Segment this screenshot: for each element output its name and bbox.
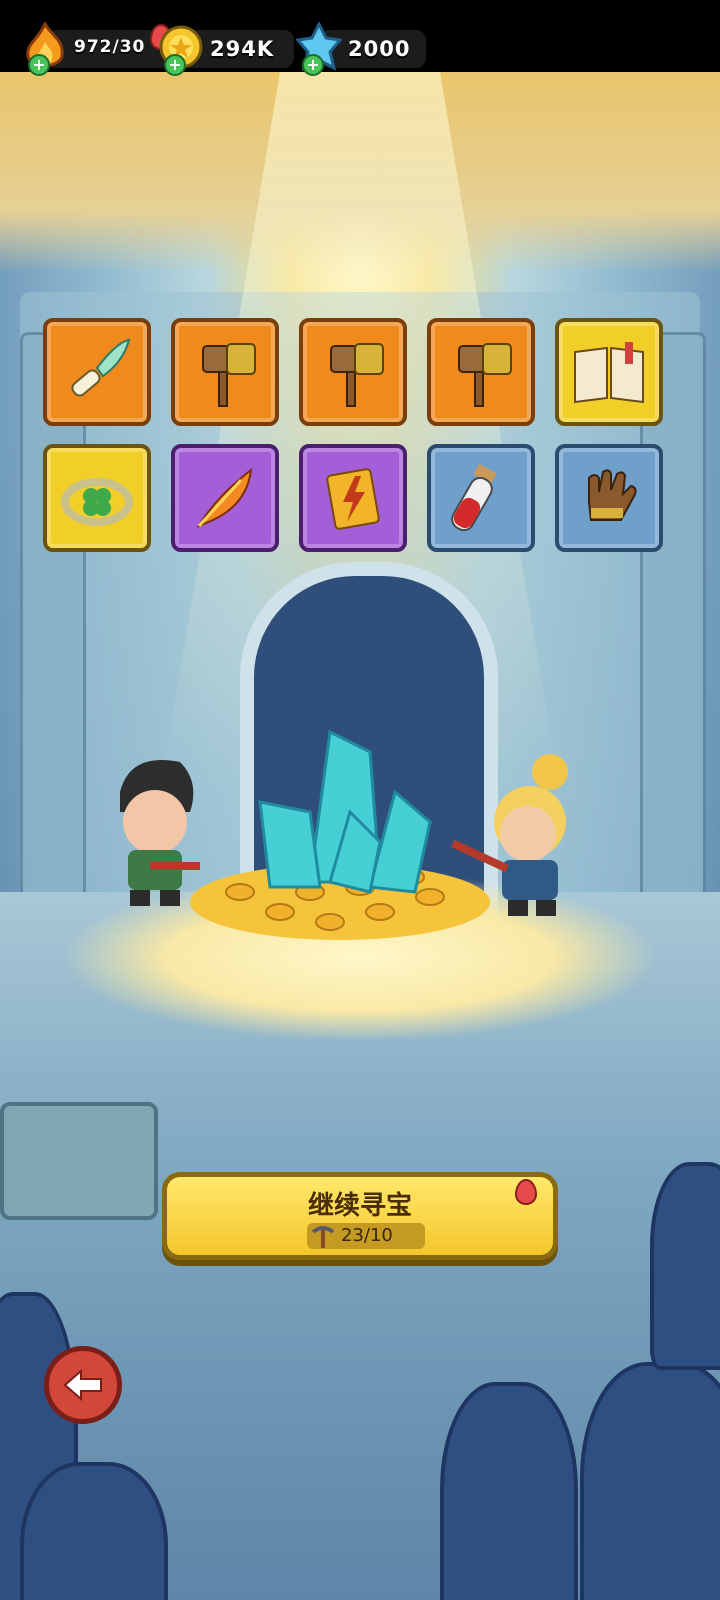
gold-counter[interactable]: + 294K xyxy=(158,25,294,76)
item-slot[interactable] xyxy=(171,444,279,552)
energy-value: 972/30 xyxy=(74,37,146,57)
foreground-rock xyxy=(650,1162,720,1370)
continue-treasure-hunt-button[interactable]: 继续寻宝 23/10 xyxy=(162,1172,558,1260)
miner-character-left xyxy=(120,760,200,906)
pickaxe-icon xyxy=(311,1226,335,1248)
red-potion-icon xyxy=(451,463,497,532)
continue-button-label: 继续寻宝 xyxy=(307,1191,412,1221)
foreground-rock xyxy=(580,1362,720,1600)
fallen-pillar xyxy=(0,1102,158,1220)
notification-dot xyxy=(515,1179,537,1205)
item-slot[interactable] xyxy=(427,318,535,426)
item-slot[interactable] xyxy=(427,444,535,552)
add-gem-button[interactable]: + xyxy=(302,54,324,76)
energy-counter[interactable]: + 972/30 xyxy=(22,22,172,76)
phoenix-feather-icon xyxy=(196,467,253,529)
foreground-rock xyxy=(440,1382,578,1600)
lightning-scroll-icon xyxy=(326,468,380,530)
pickaxe-count-pill: 23/10 xyxy=(307,1223,425,1249)
item-slot[interactable] xyxy=(555,318,663,426)
item-slot[interactable] xyxy=(555,444,663,552)
pickaxe-count: 23/10 xyxy=(341,1225,393,1246)
hammer-icon xyxy=(202,343,256,407)
add-energy-button[interactable]: + xyxy=(28,54,50,76)
item-slot[interactable] xyxy=(299,444,407,552)
gem-value: 2000 xyxy=(348,37,411,61)
back-arrow-icon xyxy=(63,1368,102,1402)
gem-counter[interactable]: + 2000 xyxy=(296,22,426,76)
hammer-icon xyxy=(458,343,512,407)
leather-glove-icon xyxy=(588,469,637,521)
clover-ring-icon xyxy=(61,478,133,526)
foreground-rock xyxy=(20,1462,168,1600)
hammer-icon xyxy=(330,343,384,407)
back-button[interactable] xyxy=(44,1346,122,1424)
miner-character-right xyxy=(451,754,568,916)
item-slot[interactable] xyxy=(299,318,407,426)
item-slot[interactable] xyxy=(171,318,279,426)
feather-scroll-icon xyxy=(71,338,131,397)
spellbook-icon xyxy=(574,342,644,404)
item-slot[interactable] xyxy=(43,318,151,426)
item-slot[interactable] xyxy=(43,444,151,552)
gold-value: 294K xyxy=(210,37,275,61)
add-gold-button[interactable]: + xyxy=(164,54,186,76)
